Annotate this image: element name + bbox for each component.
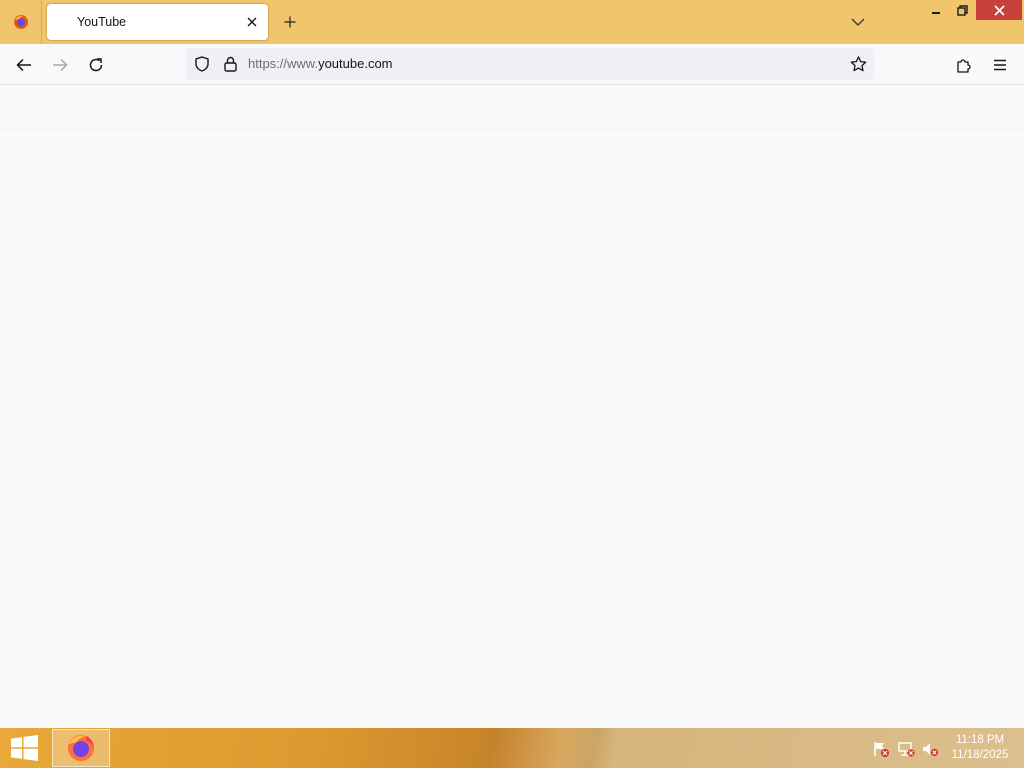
tab-title: YouTube bbox=[77, 15, 127, 29]
network-icon[interactable] bbox=[897, 740, 915, 758]
url-text[interactable]: https://www.youtube.com bbox=[248, 56, 393, 71]
restore-icon bbox=[956, 4, 968, 16]
reload-button[interactable] bbox=[83, 52, 109, 78]
taskbar: 11:18 PM 11/18/2025 bbox=[0, 728, 1024, 768]
tab-strip: YouTube bbox=[0, 0, 1024, 44]
close-icon bbox=[993, 4, 1005, 16]
url-protocol: https://www. bbox=[248, 56, 319, 71]
url-bar[interactable]: https://www.youtube.com bbox=[186, 48, 874, 80]
page-content[interactable] bbox=[0, 85, 1024, 728]
flag-alert-icon bbox=[874, 742, 889, 757]
navigation-toolbar: https://www.youtube.com bbox=[0, 44, 1024, 85]
minimize-button[interactable] bbox=[924, 0, 948, 20]
extensions-button[interactable] bbox=[951, 52, 977, 78]
arrow-right-icon bbox=[53, 58, 68, 72]
firefox-icon bbox=[68, 735, 94, 761]
window-close-button[interactable] bbox=[976, 0, 1022, 20]
tracking-protection-button[interactable] bbox=[192, 54, 212, 74]
tab-youtube[interactable]: YouTube bbox=[47, 4, 268, 40]
star-icon bbox=[850, 56, 866, 72]
app-menu-button[interactable] bbox=[987, 52, 1013, 78]
firefox-icon bbox=[13, 15, 28, 29]
forward-button[interactable] bbox=[47, 52, 73, 78]
windows-logo-icon bbox=[10, 735, 38, 761]
shield-icon bbox=[195, 56, 209, 72]
volume-icon[interactable] bbox=[921, 740, 939, 758]
arrow-left-icon bbox=[16, 58, 31, 72]
back-button[interactable] bbox=[11, 52, 37, 78]
chevron-down-icon bbox=[851, 18, 865, 26]
puzzle-icon bbox=[957, 59, 971, 73]
close-icon bbox=[247, 17, 257, 27]
clock-date: 11/18/2025 bbox=[951, 749, 1009, 761]
clock-time: 11:18 PM bbox=[955, 734, 1005, 746]
site-info-button[interactable] bbox=[220, 54, 240, 74]
plus-icon bbox=[284, 16, 296, 28]
network-disconnected-icon bbox=[898, 742, 915, 757]
hamburger-icon bbox=[994, 59, 1006, 71]
start-button[interactable] bbox=[8, 734, 40, 762]
url-host: youtube.com bbox=[318, 56, 393, 71]
screen: YouTube https://www.youtube.com 11:18 PM… bbox=[0, 0, 1024, 768]
restore-button[interactable] bbox=[950, 0, 974, 20]
minimize-icon bbox=[932, 12, 940, 14]
system-clock[interactable]: 11:18 PM 11/18/2025 bbox=[942, 733, 1018, 763]
tab-close-button[interactable] bbox=[242, 12, 262, 32]
reload-icon bbox=[89, 58, 103, 72]
firefox-view-button[interactable] bbox=[0, 0, 42, 44]
new-tab-button[interactable] bbox=[279, 11, 301, 33]
taskbar-firefox-button[interactable] bbox=[52, 729, 110, 767]
content-divider bbox=[0, 129, 1024, 130]
bookmark-button[interactable] bbox=[848, 54, 868, 74]
lock-icon bbox=[223, 56, 237, 72]
speaker-muted-icon bbox=[923, 743, 939, 757]
tab-list-button[interactable] bbox=[847, 11, 869, 33]
action-center-icon[interactable] bbox=[872, 740, 890, 758]
